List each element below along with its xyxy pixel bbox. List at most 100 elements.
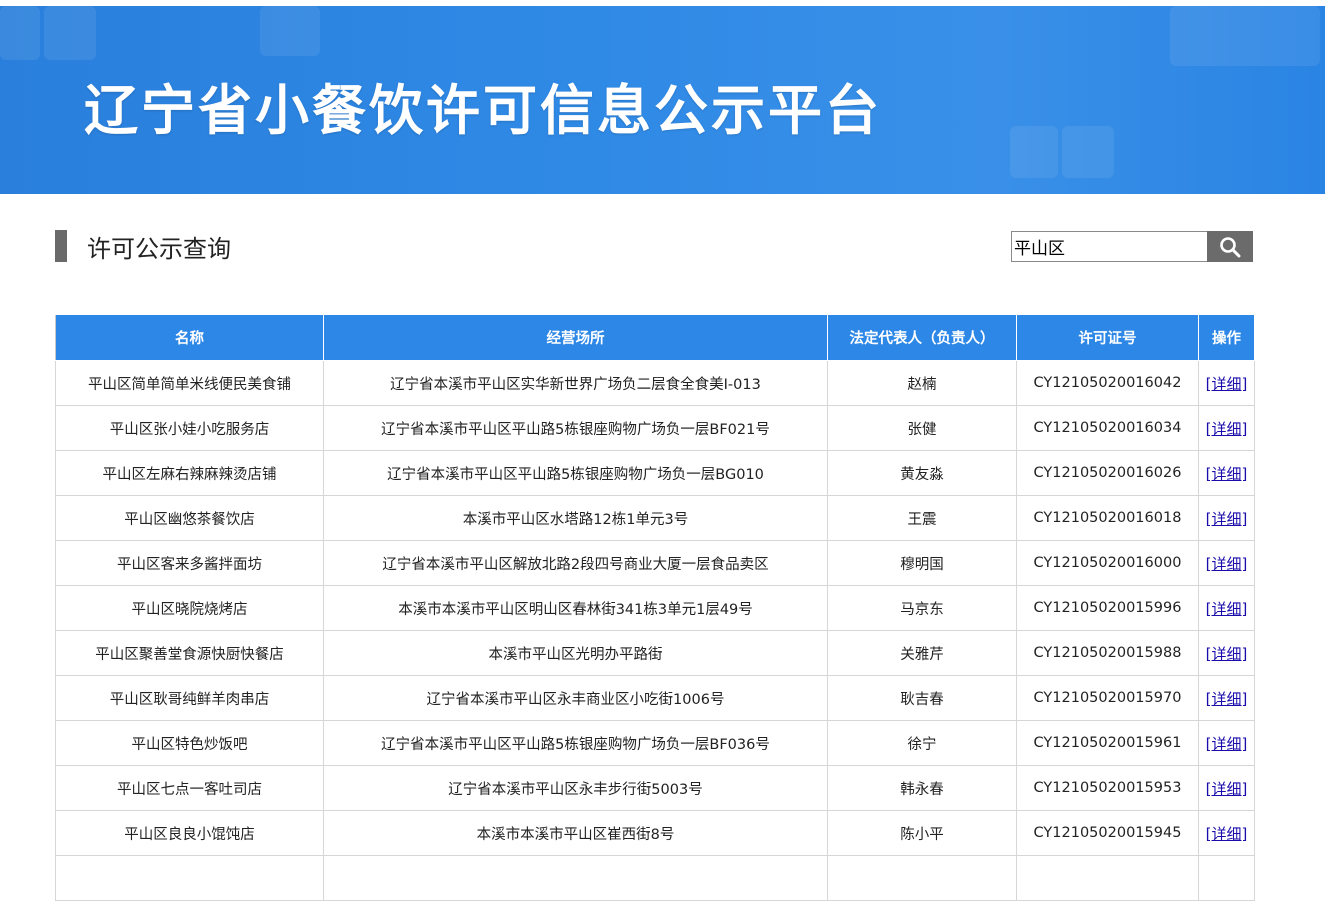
section-header: 许可公示查询 [55,230,231,263]
license-table: 名称 经营场所 法定代表人（负责人） 许可证号 操作 平山区简单简单米线便民美食… [55,314,1255,901]
table-row: 平山区晓院烧烤店 本溪市本溪市平山区明山区春林街341栋3单元1层49号 马京东 CY… [55,585,1255,631]
cell-name: 平山区晓院烧烤店 [55,585,324,631]
cell-license: CY12105020015970 [1016,675,1199,721]
cell-name [55,855,324,901]
cell-representative [827,855,1017,901]
detail-link[interactable]: [详细] [1206,420,1248,438]
cell-address: 辽宁省本溪市平山区解放北路2段四号商业大厦一层食品卖区 [323,540,828,586]
cell-license: CY12105020016042 [1016,360,1199,406]
table-row: 平山区简单简单米线便民美食铺 辽宁省本溪市平山区实华新世界广场负二层食全食美I-0… [55,360,1255,406]
banner-decoration [1010,126,1058,178]
banner-decoration [44,6,96,60]
cell-representative: 关雅芹 [827,630,1017,676]
banner-decoration [0,6,40,60]
cell-name: 平山区良良小馄饨店 [55,810,324,856]
detail-link[interactable]: [详细] [1206,825,1248,843]
cell-license: CY12105020016018 [1016,495,1199,541]
cell-license: CY12105020015996 [1016,585,1199,631]
cell-address: 本溪市本溪市平山区崔西街8号 [323,810,828,856]
cell-action: [详细] [1198,405,1255,451]
detail-link[interactable]: [详细] [1206,465,1248,483]
detail-link[interactable]: [详细] [1206,555,1248,573]
table-row: 平山区左麻右辣麻辣烫店铺 辽宁省本溪市平山区平山路5栋银座购物广场负一层BG010… [55,450,1255,496]
cell-license: CY12105020015945 [1016,810,1199,856]
detail-link[interactable]: [详细] [1206,735,1248,753]
table-body: 平山区简单简单米线便民美食铺 辽宁省本溪市平山区实华新世界广场负二层食全食美I-0… [55,360,1255,901]
cell-license [1016,855,1199,901]
cell-name: 平山区张小娃小吃服务店 [55,405,324,451]
cell-license: CY12105020016000 [1016,540,1199,586]
cell-representative: 陈小平 [827,810,1017,856]
cell-address: 辽宁省本溪市平山区平山路5栋银座购物广场负一层BF036号 [323,720,828,766]
table-header-row: 名称 经营场所 法定代表人（负责人） 许可证号 操作 [55,314,1255,361]
cell-action: [详细] [1198,585,1255,631]
table-row: 平山区七点一客吐司店 辽宁省本溪市平山区永丰步行街5003号 韩永春 CY121050… [55,765,1255,811]
column-header-action: 操作 [1198,314,1255,361]
cell-address: 辽宁省本溪市平山区永丰步行街5003号 [323,765,828,811]
cell-name: 平山区客来多酱拌面坊 [55,540,324,586]
detail-link[interactable]: [详细] [1206,375,1248,393]
cell-address: 辽宁省本溪市平山区平山路5栋银座购物广场负一层BG010 [323,450,828,496]
cell-license: CY12105020015953 [1016,765,1199,811]
cell-name: 平山区聚善堂食源快厨快餐店 [55,630,324,676]
detail-link[interactable]: [详细] [1206,600,1248,618]
cell-representative: 韩永春 [827,765,1017,811]
cell-name: 平山区幽悠茶餐饮店 [55,495,324,541]
cell-license: CY12105020015988 [1016,630,1199,676]
cell-action: [详细] [1198,360,1255,406]
cell-representative: 穆明国 [827,540,1017,586]
detail-link[interactable]: [详细] [1206,690,1248,708]
cell-name: 平山区左麻右辣麻辣烫店铺 [55,450,324,496]
cell-action: [详细] [1198,765,1255,811]
column-header-name: 名称 [55,314,324,361]
detail-link[interactable]: [详细] [1206,780,1248,798]
search-box [1011,231,1255,262]
cell-license: CY12105020015961 [1016,720,1199,766]
cell-address [323,855,828,901]
section-marker [55,230,67,262]
detail-link[interactable]: [详细] [1206,645,1248,663]
cell-representative: 张健 [827,405,1017,451]
banner-decoration [1062,126,1114,178]
header-banner: 辽宁省小餐饮许可信息公示平台 [0,6,1325,194]
cell-representative: 马京东 [827,585,1017,631]
search-button[interactable] [1207,231,1253,262]
cell-representative: 王震 [827,495,1017,541]
table-row: 平山区聚善堂食源快厨快餐店 本溪市平山区光明办平路街 关雅芹 CY1210502001… [55,630,1255,676]
cell-action: [详细] [1198,540,1255,586]
cell-address: 辽宁省本溪市平山区永丰商业区小吃街1006号 [323,675,828,721]
table-row: 平山区良良小馄饨店 本溪市本溪市平山区崔西街8号 陈小平 CY121050200159… [55,810,1255,856]
cell-action: [详细] [1198,720,1255,766]
cell-action: [详细] [1198,450,1255,496]
column-header-address: 经营场所 [323,314,828,361]
table-row: 平山区幽悠茶餐饮店 本溪市平山区水塔路12栋1单元3号 王震 CY1210502001… [55,495,1255,541]
banner-decoration [260,6,320,56]
table-row: 平山区特色炒饭吧 辽宁省本溪市平山区平山路5栋银座购物广场负一层BF036号 徐宁 C… [55,720,1255,766]
cell-action: [详细] [1198,810,1255,856]
cell-name: 平山区七点一客吐司店 [55,765,324,811]
column-header-representative: 法定代表人（负责人） [827,314,1017,361]
table-row [55,855,1255,901]
search-icon [1220,236,1241,257]
cell-representative: 耿吉春 [827,675,1017,721]
cell-address: 辽宁省本溪市平山区实华新世界广场负二层食全食美I-013 [323,360,828,406]
cell-address: 本溪市平山区光明办平路街 [323,630,828,676]
cell-name: 平山区耿哥纯鲜羊肉串店 [55,675,324,721]
cell-action: [详细] [1198,675,1255,721]
cell-license: CY12105020016034 [1016,405,1199,451]
table-row: 平山区耿哥纯鲜羊肉串店 辽宁省本溪市平山区永丰商业区小吃街1006号 耿吉春 CY12… [55,675,1255,721]
cell-action: [详细] [1198,495,1255,541]
cell-representative: 黄友淼 [827,450,1017,496]
detail-link[interactable]: [详细] [1206,510,1248,528]
search-input[interactable] [1011,231,1207,262]
cell-name: 平山区特色炒饭吧 [55,720,324,766]
banner-decoration [1170,6,1320,66]
cell-address: 本溪市平山区水塔路12栋1单元3号 [323,495,828,541]
cell-name: 平山区简单简单米线便民美食铺 [55,360,324,406]
cell-action: [详细] [1198,630,1255,676]
cell-action [1198,855,1255,901]
cell-representative: 徐宁 [827,720,1017,766]
cell-address: 辽宁省本溪市平山区平山路5栋银座购物广场负一层BF021号 [323,405,828,451]
page-title: 辽宁省小餐饮许可信息公示平台 [84,79,882,142]
table-row: 平山区客来多酱拌面坊 辽宁省本溪市平山区解放北路2段四号商业大厦一层食品卖区 穆明国… [55,540,1255,586]
